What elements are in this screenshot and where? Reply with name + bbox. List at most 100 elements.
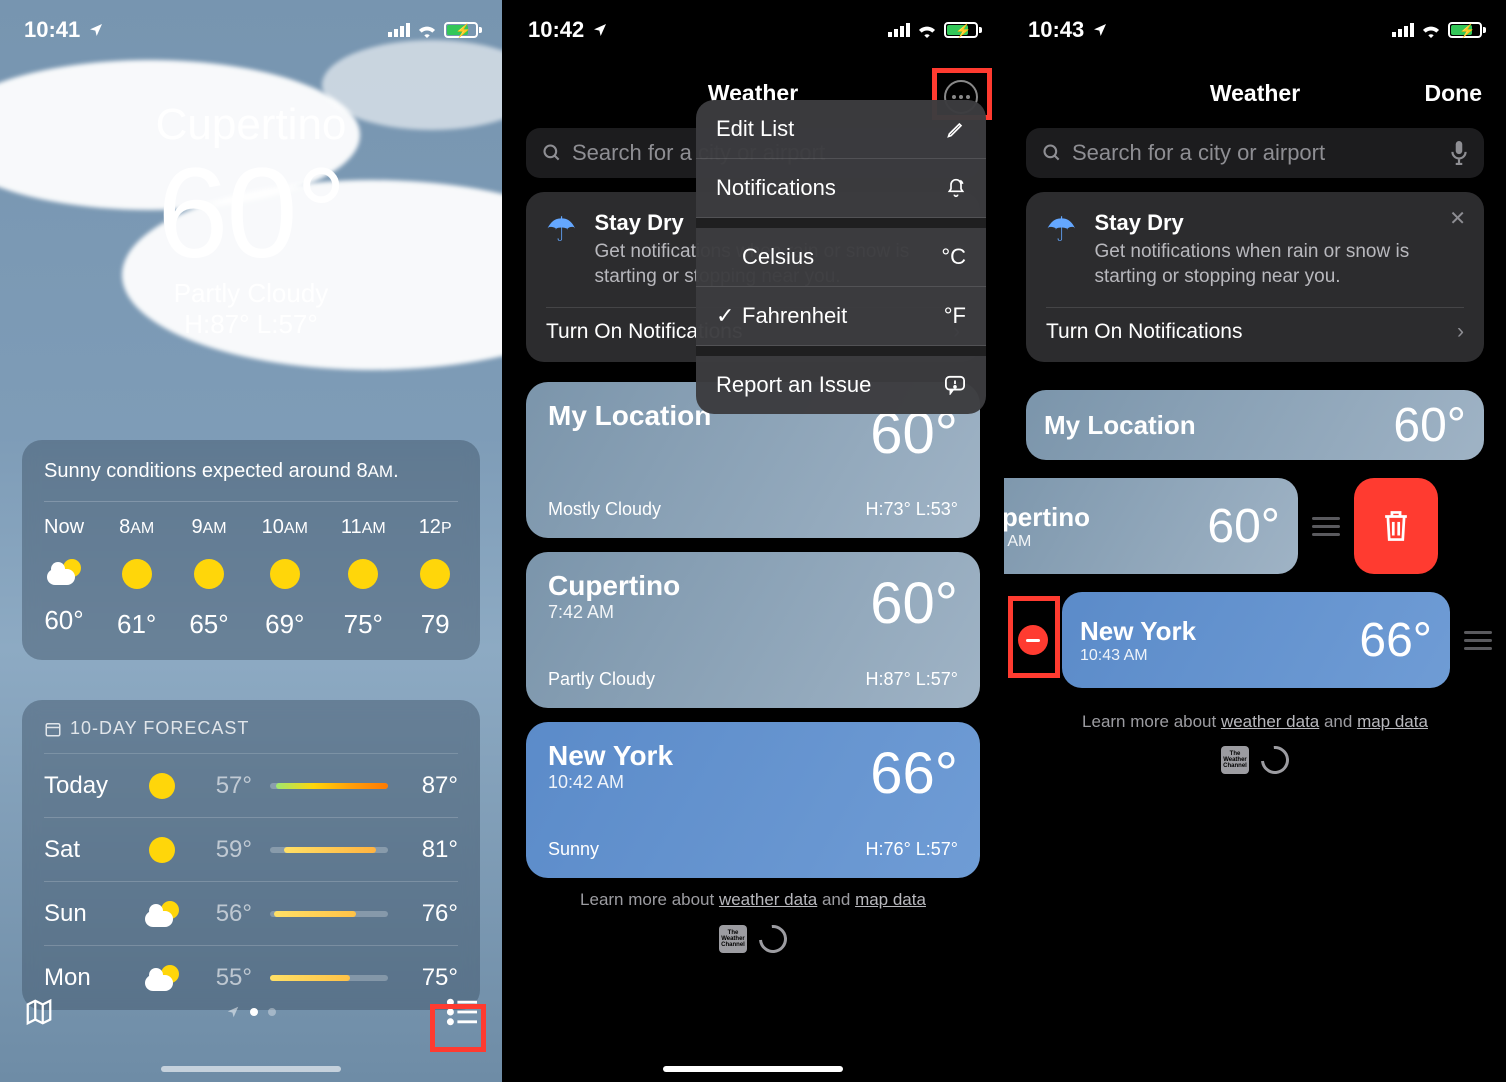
edit-row-cupertino[interactable]: upertino 43 AM 60° bbox=[1004, 478, 1506, 574]
menu-fahrenheit[interactable]: ✓Fahrenheit°F bbox=[696, 287, 986, 346]
city-card-cupertino[interactable]: upertino 43 AM 60° bbox=[1004, 478, 1298, 574]
day-icon bbox=[142, 837, 182, 863]
drag-handle[interactable] bbox=[1464, 631, 1492, 650]
hourly-item: Now 60° bbox=[44, 516, 84, 640]
hourly-temp: 75° bbox=[344, 609, 383, 640]
menu-edit-list[interactable]: Edit List bbox=[696, 100, 986, 159]
page-dots[interactable] bbox=[226, 1005, 276, 1019]
hourly-item: 10AM 69° bbox=[262, 516, 308, 640]
status-bar: 10:43 ⚡ bbox=[1004, 0, 1506, 60]
city-time: 10:42 AM bbox=[548, 772, 673, 793]
delete-confirm-button[interactable] bbox=[1354, 478, 1438, 574]
home-indicator[interactable] bbox=[663, 1066, 843, 1072]
day-high: 87° bbox=[406, 772, 458, 800]
day-high: 76° bbox=[406, 900, 458, 928]
close-button[interactable]: ✕ bbox=[1449, 206, 1466, 231]
hi-lo: H:87° L:57° bbox=[0, 309, 502, 340]
phone-1-weather-detail: 10:41 ⚡ Cupertino 60° Partly Cloudy H:87… bbox=[0, 0, 502, 1082]
day-low: 59° bbox=[200, 836, 252, 864]
done-button[interactable]: Done bbox=[1425, 80, 1483, 107]
location-arrow-icon bbox=[592, 22, 608, 38]
learn-more-text: Learn more about weather data and map da… bbox=[1004, 712, 1506, 732]
ten-day-forecast-card[interactable]: 10-DAY FORECAST Today57°87°Sat59°81°Sun5… bbox=[22, 700, 480, 1010]
edit-row-new-york[interactable]: New York 10:43 AM 66° bbox=[1018, 592, 1492, 688]
city-card-new-york[interactable]: New York 10:43 AM 66° bbox=[1062, 592, 1450, 688]
city-card-my-location[interactable]: My Location 60° bbox=[1026, 390, 1484, 460]
map-icon[interactable] bbox=[22, 997, 56, 1027]
city-name: My Location bbox=[548, 400, 711, 432]
umbrella-icon: ☂ bbox=[1046, 210, 1076, 289]
current-condition: Partly Cloudy bbox=[0, 278, 502, 309]
cellular-icon bbox=[388, 23, 410, 37]
search-placeholder: Search for a city or airport bbox=[1072, 140, 1440, 166]
city-hilo: H:73° L:53° bbox=[866, 499, 958, 520]
city-condition: Mostly Cloudy bbox=[548, 499, 661, 520]
drag-handle[interactable] bbox=[1312, 517, 1340, 536]
city-hilo: H:76° L:57° bbox=[866, 839, 958, 860]
hourly-temp: 79 bbox=[421, 609, 450, 640]
map-data-link[interactable]: map data bbox=[855, 890, 926, 909]
weather-data-link[interactable]: weather data bbox=[1221, 712, 1319, 731]
promo-subtitle: Get notifications when rain or snow is s… bbox=[1094, 240, 1464, 289]
wifi-icon bbox=[916, 22, 938, 38]
chevron-right-icon: › bbox=[1457, 320, 1464, 344]
day-icon bbox=[142, 901, 182, 927]
attribution-logos: TheWeatherChannel bbox=[1004, 746, 1506, 774]
temp-range-bar bbox=[270, 911, 388, 917]
weather-hero: Cupertino 60° Partly Cloudy H:87° L:57° bbox=[0, 100, 502, 340]
phone-2-weather-list-menu: 10:42 ⚡ Weather Search for a city or air… bbox=[502, 0, 1004, 1082]
attribution-logos: TheWeatherChannel bbox=[504, 925, 1002, 953]
report-icon bbox=[944, 375, 966, 395]
hourly-time: 9AM bbox=[191, 516, 226, 539]
notifications-promo: ✕ ☂ Stay Dry Get notifications when rain… bbox=[1026, 192, 1484, 362]
menu-notifications[interactable]: Notifications bbox=[696, 159, 986, 218]
options-menu: Edit List Notifications Celsius°C ✓Fahre… bbox=[696, 100, 986, 414]
search-input[interactable]: Search for a city or airport bbox=[1026, 128, 1484, 178]
hourly-time: Now bbox=[44, 516, 84, 539]
city-condition: Partly Cloudy bbox=[548, 669, 655, 690]
temp-range-bar bbox=[270, 783, 388, 789]
day-icon bbox=[142, 773, 182, 799]
calendar-icon bbox=[44, 720, 62, 738]
umbrella-icon: ☂ bbox=[546, 210, 576, 289]
weather-data-link[interactable]: weather data bbox=[719, 890, 817, 909]
bell-icon bbox=[946, 177, 966, 199]
dark-sky-logo bbox=[1255, 740, 1294, 779]
menu-celsius[interactable]: Celsius°C bbox=[696, 228, 986, 287]
temp-range-bar bbox=[270, 847, 388, 853]
city-name: Cupertino bbox=[548, 570, 680, 602]
highlight-list-button bbox=[430, 1004, 486, 1052]
battery-icon: ⚡ bbox=[1448, 22, 1482, 38]
mic-icon[interactable] bbox=[1450, 141, 1468, 165]
battery-icon: ⚡ bbox=[444, 22, 478, 38]
hourly-forecast-card[interactable]: Sunny conditions expected around 8AM. No… bbox=[22, 440, 480, 660]
home-indicator[interactable] bbox=[161, 1066, 341, 1072]
search-icon bbox=[1042, 143, 1062, 163]
hourly-temp: 61° bbox=[117, 609, 156, 640]
hourly-temp: 69° bbox=[265, 609, 304, 640]
pencil-icon bbox=[946, 119, 966, 139]
city-time: 7:42 AM bbox=[548, 602, 680, 623]
city-hilo: H:87° L:57° bbox=[866, 669, 958, 690]
wifi-icon bbox=[416, 22, 438, 38]
phone-3-weather-edit: 10:43 ⚡ Weather Done Search for a city o… bbox=[1004, 0, 1506, 1082]
hourly-summary: Sunny conditions expected around 8AM. bbox=[44, 460, 458, 502]
hourly-time: 8AM bbox=[119, 516, 154, 539]
turn-on-notifications-button[interactable]: Turn On Notifications › bbox=[1046, 307, 1464, 344]
status-time: 10:41 bbox=[24, 17, 80, 43]
hourly-item: 8AM 61° bbox=[117, 516, 156, 640]
hourly-time: 10AM bbox=[262, 516, 308, 539]
city-card[interactable]: Cupertino7:42 AM60°Partly CloudyH:87° L:… bbox=[526, 552, 980, 708]
highlight-delete-toggle bbox=[1008, 596, 1060, 678]
cellular-icon bbox=[888, 23, 910, 37]
battery-icon: ⚡ bbox=[944, 22, 978, 38]
map-data-link[interactable]: map data bbox=[1357, 712, 1428, 731]
hourly-time: 11AM bbox=[341, 516, 386, 539]
menu-report-issue[interactable]: Report an Issue bbox=[696, 356, 986, 414]
day-name: Sat bbox=[44, 836, 124, 864]
location-arrow-icon bbox=[1092, 22, 1108, 38]
hourly-time: 12P bbox=[419, 516, 452, 539]
hourly-temp: 60° bbox=[44, 605, 83, 636]
city-condition: Sunny bbox=[548, 839, 599, 860]
city-card[interactable]: New York10:42 AM66°SunnyH:76° L:57° bbox=[526, 722, 980, 878]
